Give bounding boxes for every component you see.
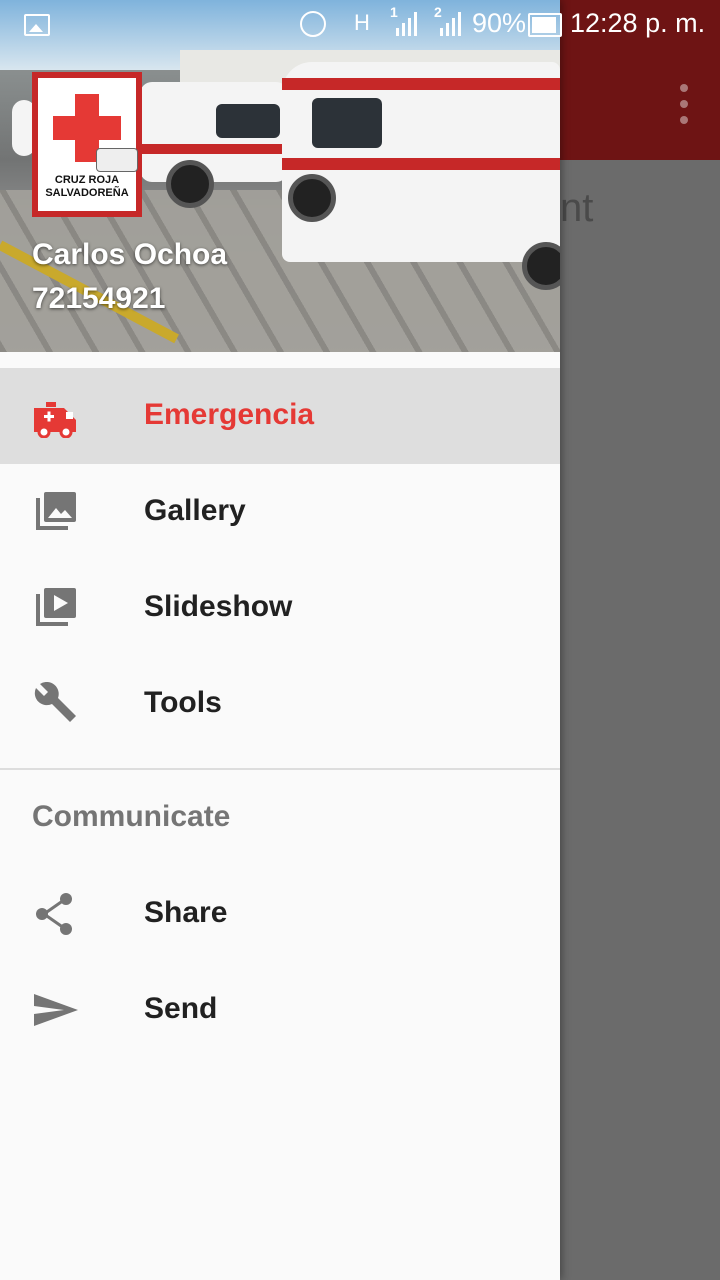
user-phone: 72154921 [32,282,166,315]
menu-item-share[interactable]: Share [0,866,560,962]
share-icon [36,893,72,935]
battery-icon [528,13,562,37]
network-type: H [354,10,370,35]
menu-item-label: Tools [144,686,222,719]
image-notification-icon [24,14,50,36]
gallery-icon [36,492,76,530]
overflow-menu-icon[interactable] [676,84,692,124]
status-bar: H 1 2 90% 12:28 p. m. [0,0,720,48]
send-icon [34,994,78,1026]
signal-sim2-icon: 2 [434,4,462,36]
cruz-roja-logo: CRUZ ROJA SALVADOREÑA [32,72,142,217]
clock: 12:28 p. m. [570,8,706,38]
menu-item-label: Slideshow [144,590,293,623]
menu-divider [0,768,560,770]
sim2-label: 2 [434,4,442,20]
wrench-icon [34,682,76,722]
battery-percent: 90% [472,8,527,38]
menu-item-label: Send [144,992,218,1025]
navigation-drawer: CRUZ ROJA SALVADOREÑA Carlos Ochoa 72154… [0,0,560,1280]
menu-item-slideshow[interactable]: Slideshow [0,560,560,656]
menu-item-label: Emergencia [144,398,315,431]
slideshow-icon [36,588,76,626]
menu-item-label: Gallery [144,494,246,527]
ambulance-icon [34,402,76,438]
menu-item-label: Share [144,896,228,929]
header-photo-ambulance [140,82,288,208]
alarm-icon [300,11,326,37]
menu-item-gallery[interactable]: Gallery [0,464,560,560]
logo-text: CRUZ ROJA SALVADOREÑA [45,174,129,199]
header-photo-ambulance [282,62,560,290]
user-name: Carlos Ochoa [32,238,228,271]
section-title-communicate: Communicate [32,800,231,833]
app-content-text: nt [560,186,594,230]
menu-item-emergencia[interactable]: Emergencia [0,368,560,464]
signal-sim1-icon: 1 [390,4,418,36]
drawer-header: CRUZ ROJA SALVADOREÑA Carlos Ochoa 72154… [0,0,560,352]
menu-item-send[interactable]: Send [0,962,560,1058]
sim1-label: 1 [390,4,398,20]
menu-item-tools[interactable]: Tools [0,656,560,752]
